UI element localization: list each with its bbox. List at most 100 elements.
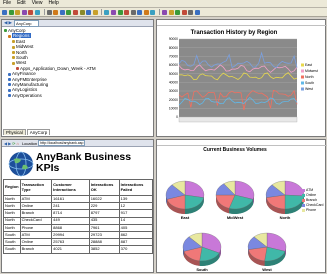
menu-help[interactable]: Help bbox=[45, 0, 61, 7]
legend-swatch bbox=[301, 81, 304, 85]
toolbar-button-icon[interactable] bbox=[162, 9, 168, 15]
table-cell: 29723 bbox=[88, 230, 120, 240]
toolbar-button-icon[interactable] bbox=[137, 9, 143, 15]
toolbar-button-icon[interactable] bbox=[72, 9, 78, 15]
toolbar-button-icon[interactable] bbox=[15, 9, 21, 15]
alert-icon bbox=[16, 67, 19, 71]
toolbar-separator bbox=[159, 9, 161, 15]
pie-label: East bbox=[181, 215, 190, 220]
table-cell: ATM bbox=[19, 230, 53, 240]
toolbar-button-icon[interactable] bbox=[110, 9, 116, 15]
legend-label: North bbox=[305, 75, 314, 79]
folder-icon bbox=[4, 29, 7, 33]
table-cell: 435 bbox=[88, 216, 120, 225]
volumes-chart-pane: Current Business Volumes East MidWest Nort… bbox=[156, 139, 327, 273]
pie-label: West bbox=[262, 267, 272, 272]
table-row: North Online 241 229 12 bbox=[3, 202, 154, 211]
toolbar-button-icon[interactable] bbox=[117, 9, 123, 15]
table-cell: 4021 bbox=[51, 245, 90, 254]
table-row: South ATM 29994 29723 862 bbox=[3, 230, 154, 240]
kpi-table: Region Transaction Type Customer Interac… bbox=[3, 179, 154, 254]
table-cell: South bbox=[3, 245, 21, 254]
toolbar-button-icon[interactable] bbox=[168, 9, 174, 15]
folder-icon bbox=[8, 94, 11, 98]
toolbar-separator bbox=[43, 9, 45, 15]
toolbar-button-icon[interactable] bbox=[124, 9, 130, 15]
toolbar-button-icon[interactable] bbox=[104, 9, 110, 15]
history-chart-pane: Transaction History by Region 90000 80000… bbox=[156, 19, 327, 137]
table-cell: 8714 bbox=[51, 209, 90, 218]
toolbar-button-icon[interactable] bbox=[92, 9, 98, 15]
legend-swatch bbox=[302, 189, 305, 192]
table-cell: North bbox=[3, 216, 21, 225]
folder-icon bbox=[8, 72, 11, 76]
toolbar-button-icon[interactable] bbox=[28, 9, 34, 15]
location-label: Location bbox=[21, 140, 38, 146]
table-cell: 7961 bbox=[88, 223, 120, 232]
toolbar-button-icon[interactable] bbox=[53, 9, 59, 15]
toolbar-button-icon[interactable] bbox=[86, 9, 92, 15]
toolbar-button-icon[interactable] bbox=[59, 9, 65, 15]
forward-icon[interactable]: ▶ bbox=[8, 141, 11, 146]
table-cell: 370 bbox=[118, 245, 154, 254]
toolbar-button-icon[interactable] bbox=[34, 9, 40, 15]
view-combo[interactable]: AnyCorp bbox=[13, 19, 39, 27]
table-cell: 25763 bbox=[51, 238, 90, 247]
browser-pane: ◀ ▶ ⟳ ⌂ Location http://localhost/anyban… bbox=[1, 139, 154, 273]
history-chart: Transaction History by Region 90000 80000… bbox=[169, 30, 318, 123]
legend-item: Phone bbox=[302, 208, 324, 213]
toolbar-button-icon[interactable] bbox=[181, 9, 187, 15]
tab-physical[interactable]: Physical bbox=[3, 129, 26, 135]
pie-label: South bbox=[196, 267, 208, 272]
table-cell: CheckCard bbox=[19, 216, 53, 225]
toolbar-button-icon[interactable] bbox=[130, 9, 136, 15]
toolbar-button-icon[interactable] bbox=[2, 9, 7, 15]
toolbar-button-icon[interactable] bbox=[66, 9, 72, 15]
table-cell: Branch bbox=[19, 245, 53, 254]
menu-edit[interactable]: Edit bbox=[14, 0, 29, 7]
home-icon[interactable]: ⌂ bbox=[17, 141, 19, 146]
chart-title: Transaction History by Region bbox=[191, 30, 278, 36]
menu-file[interactable]: File bbox=[0, 0, 14, 7]
table-cell: 16022 bbox=[88, 194, 120, 204]
legend-label: Midwest bbox=[305, 69, 318, 73]
toolbar-button-icon[interactable] bbox=[175, 9, 181, 15]
refresh-icon[interactable]: ⟳ bbox=[12, 141, 15, 146]
pie-west: West bbox=[247, 232, 287, 272]
location-input[interactable]: http://localhost/anybank.asp bbox=[38, 140, 86, 146]
table-cell: 12 bbox=[118, 202, 154, 211]
table-cell: 917 bbox=[118, 209, 154, 218]
folder-icon bbox=[8, 88, 11, 92]
legend-label: West bbox=[305, 87, 313, 91]
tree-item-anyoperations[interactable]: AnyOperations bbox=[4, 93, 151, 98]
toolbar-button-icon[interactable] bbox=[46, 9, 52, 15]
tab-anycorp[interactable]: AnyCorp bbox=[26, 129, 51, 135]
toolbar-button-icon[interactable] bbox=[188, 9, 194, 15]
y-tick-label: 50000 bbox=[169, 72, 178, 76]
legend-swatch bbox=[301, 69, 304, 73]
back-icon[interactable]: ◀ bbox=[4, 141, 7, 146]
node-icon bbox=[12, 50, 15, 54]
y-tick-label: 20000 bbox=[169, 98, 178, 102]
table-cell: 28888 bbox=[88, 238, 120, 247]
tree-view: AnyCorp Regions East MidWest North South… bbox=[2, 27, 153, 99]
col-transaction-type: Transaction Type bbox=[19, 179, 53, 196]
toolbar-button-icon[interactable] bbox=[79, 9, 85, 15]
toolbar-button-icon[interactable] bbox=[21, 9, 27, 15]
col-interactions-ok: Interactions OK bbox=[88, 179, 120, 196]
pie-east: East bbox=[165, 180, 205, 220]
legend-swatch bbox=[301, 87, 304, 91]
menu-bar: File Edit View Help bbox=[0, 0, 327, 8]
tree-pane-header: ◀ ▶ AnyCorp bbox=[2, 19, 153, 27]
toolbar-button-icon[interactable] bbox=[195, 9, 201, 15]
legend-label: East bbox=[305, 63, 312, 67]
toolbar-button-icon[interactable] bbox=[8, 9, 14, 15]
table-cell: 3852 bbox=[88, 245, 120, 254]
pie-legend: ATM Online Branch CheckCard Phone bbox=[302, 188, 324, 213]
menu-view[interactable]: View bbox=[29, 0, 46, 7]
forward-icon[interactable]: ▶ bbox=[8, 20, 11, 26]
toolbar-button-icon[interactable] bbox=[150, 9, 156, 15]
back-icon[interactable]: ◀ bbox=[4, 20, 7, 26]
x-axis-band bbox=[178, 116, 298, 123]
toolbar-button-icon[interactable] bbox=[143, 9, 149, 15]
